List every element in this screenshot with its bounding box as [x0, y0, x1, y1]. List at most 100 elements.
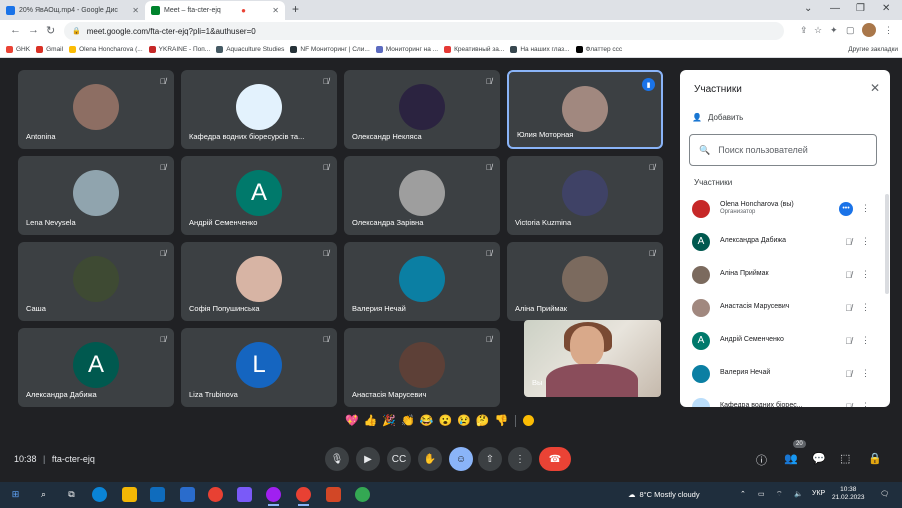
- language-indicator[interactable]: УКР: [812, 490, 825, 497]
- share-icon[interactable]: ⇪: [800, 25, 808, 36]
- window-close-icon[interactable]: ✕: [882, 3, 890, 14]
- captions-button[interactable]: CC: [387, 447, 411, 471]
- participant-tile[interactable]: A Андрій Семенченко 🎙̸: [181, 156, 337, 235]
- maximize-icon[interactable]: ❐: [856, 3, 865, 14]
- mic-off-icon[interactable]: 🎙̸: [845, 369, 852, 379]
- participant-row[interactable]: Анастасія Марусевич 🎙̸ ⋮: [680, 291, 882, 324]
- extensions-icon[interactable]: ✦: [830, 25, 838, 36]
- more-options-button[interactable]: ⋮: [508, 447, 532, 471]
- more-actions-icon[interactable]: •••: [839, 201, 853, 216]
- volume-icon[interactable]: 🔈: [794, 490, 803, 498]
- address-bar[interactable]: 🔒 meet.google.com/fta-cter-ejq?pli=1&aut…: [64, 22, 784, 40]
- camera-toggle-button[interactable]: ▶: [356, 447, 380, 471]
- participant-tile[interactable]: Lena Nevysela 🎙̸: [18, 156, 174, 235]
- mic-off-icon[interactable]: 🎙̸: [845, 270, 852, 280]
- reaction-button[interactable]: 🎉: [382, 414, 396, 427]
- self-view-tile[interactable]: Вы: [524, 320, 661, 397]
- network-icon[interactable]: ▭: [758, 490, 765, 498]
- participant-row[interactable]: A Александра Дабижа 🎙̸ ⋮: [680, 225, 882, 258]
- mic-off-icon[interactable]: 🎙̸: [845, 303, 852, 313]
- reaction-button[interactable]: 💖: [345, 414, 359, 427]
- chat-icon[interactable]: 💬: [812, 452, 826, 465]
- participant-tile[interactable]: Софія Попушинська 🎙̸: [181, 242, 337, 321]
- other-bookmarks[interactable]: Другие закладки: [848, 46, 898, 53]
- mail-icon[interactable]: [150, 487, 165, 502]
- more-vert-icon[interactable]: ⋮: [861, 269, 870, 280]
- browser-menu-icon[interactable]: ⋮: [884, 25, 893, 36]
- bookmark-item[interactable]: GHK: [0, 46, 30, 53]
- bookmark-item[interactable]: NF Мониторинг | Сли...: [284, 46, 370, 53]
- add-people-button[interactable]: 👤 Добавить: [692, 113, 743, 122]
- participant-row[interactable]: A Андрій Семенченко 🎙̸ ⋮: [680, 324, 882, 357]
- people-icon[interactable]: 👥: [784, 452, 798, 465]
- viber-icon[interactable]: [266, 487, 281, 506]
- mic-off-icon[interactable]: 🎙̸: [845, 336, 852, 346]
- forward-icon[interactable]: →: [28, 24, 39, 36]
- store-icon[interactable]: [180, 487, 195, 502]
- chrome-icon[interactable]: [208, 487, 223, 502]
- app-icon[interactable]: [237, 487, 252, 502]
- participant-row[interactable]: Кафедра водних біорес... 🎙̸ ⋮: [680, 390, 882, 407]
- activities-icon[interactable]: ⬚: [840, 452, 850, 465]
- clock[interactable]: 10:38 21.02.2023: [832, 486, 865, 503]
- more-vert-icon[interactable]: ⋮: [861, 335, 870, 346]
- edge-icon[interactable]: [92, 487, 107, 502]
- participant-tile[interactable]: Кафедра водних біоресурсів та... 🎙̸: [181, 70, 337, 149]
- more-vert-icon[interactable]: ⋮: [861, 401, 870, 407]
- leave-call-button[interactable]: ☎: [539, 447, 571, 471]
- new-tab-icon[interactable]: +: [292, 2, 299, 16]
- search-people-input[interactable]: 🔍 Поиск пользователей: [689, 134, 877, 166]
- participant-tile[interactable]: Юлия Моторная ▮: [507, 70, 663, 149]
- chrome-icon[interactable]: [355, 487, 370, 502]
- bookmark-item[interactable]: Флаттер ссс: [570, 46, 622, 53]
- bookmark-item[interactable]: Aquaculture Studies: [210, 46, 284, 53]
- reaction-button[interactable]: 👍: [364, 414, 378, 427]
- participant-tile[interactable]: Олександра Зарівна 🎙̸: [344, 156, 500, 235]
- participant-row[interactable]: Аліна Приймак 🎙̸ ⋮: [680, 258, 882, 291]
- participant-tile[interactable]: L Liza Trubinova 🎙̸: [181, 328, 337, 407]
- bookmark-item[interactable]: На наших глаз...: [504, 46, 570, 53]
- minimize-icon[interactable]: —: [830, 3, 840, 14]
- participant-tile[interactable]: Валерия Нечай 🎙̸: [344, 242, 500, 321]
- search-icon[interactable]: ⌕: [36, 487, 51, 502]
- task-view-icon[interactable]: ⧉: [64, 487, 79, 502]
- panel-scrollbar[interactable]: [885, 194, 889, 294]
- bookmark-item[interactable]: YKRAINЕ - Поп...: [143, 46, 210, 53]
- weather-widget[interactable]: ☁ 8°C Mostly cloudy: [628, 490, 700, 499]
- tray-up-icon[interactable]: ⌃: [740, 490, 746, 498]
- reload-icon[interactable]: ↻: [46, 24, 55, 37]
- bookmark-item[interactable]: Креативный за...: [438, 46, 504, 53]
- bookmark-item[interactable]: Olena Honcharova (...: [63, 46, 143, 53]
- reaction-button[interactable]: 😮: [439, 414, 453, 427]
- tab-search-icon[interactable]: ⌄: [804, 3, 812, 14]
- participant-row[interactable]: Olena Honcharova (вы) Организатор ••• ⋮: [680, 192, 882, 225]
- profile-avatar[interactable]: [862, 23, 876, 37]
- participant-tile[interactable]: Анастасія Марусевич 🎙̸: [344, 328, 500, 407]
- participant-row[interactable]: Валерия Нечай 🎙̸ ⋮: [680, 357, 882, 390]
- mic-toggle-button[interactable]: 🎙: [325, 447, 349, 471]
- present-button[interactable]: ⇧: [478, 447, 502, 471]
- more-vert-icon[interactable]: ⋮: [861, 302, 870, 313]
- reactions-button[interactable]: ☺: [449, 447, 473, 471]
- participant-tile[interactable]: Саша 🎙̸: [18, 242, 174, 321]
- more-vert-icon[interactable]: ⋮: [861, 236, 870, 247]
- participant-tile[interactable]: A Александра Дабижа 🎙̸: [18, 328, 174, 407]
- meeting-details-icon[interactable]: ⓘ: [756, 452, 767, 468]
- sidepanel-icon[interactable]: ▢: [846, 25, 855, 36]
- more-vert-icon[interactable]: ⋮: [861, 368, 870, 379]
- bookmark-item[interactable]: Мониторинг на ...: [370, 46, 438, 53]
- participant-tile[interactable]: Олександр Некляса 🎙̸: [344, 70, 500, 149]
- browser-tab-drive[interactable]: 20% ЯвАОщ.mp4 - Google Дис ✕: [0, 1, 145, 20]
- participant-tile[interactable]: Аліна Приймак 🎙̸: [507, 242, 663, 321]
- reaction-button[interactable]: 😢: [457, 414, 471, 427]
- close-icon[interactable]: ✕: [870, 81, 880, 95]
- more-vert-icon[interactable]: ⋮: [861, 203, 870, 214]
- participant-tile[interactable]: Antonina 🎙̸: [18, 70, 174, 149]
- powerpoint-icon[interactable]: [326, 487, 341, 502]
- reaction-button[interactable]: 👎: [495, 414, 509, 427]
- file-explorer-icon[interactable]: [122, 487, 137, 502]
- windows-start-icon[interactable]: ⊞: [8, 487, 23, 502]
- bookmark-item[interactable]: Gmail: [30, 46, 63, 53]
- back-icon[interactable]: ←: [10, 24, 21, 36]
- reaction-button[interactable]: 😂: [420, 414, 434, 427]
